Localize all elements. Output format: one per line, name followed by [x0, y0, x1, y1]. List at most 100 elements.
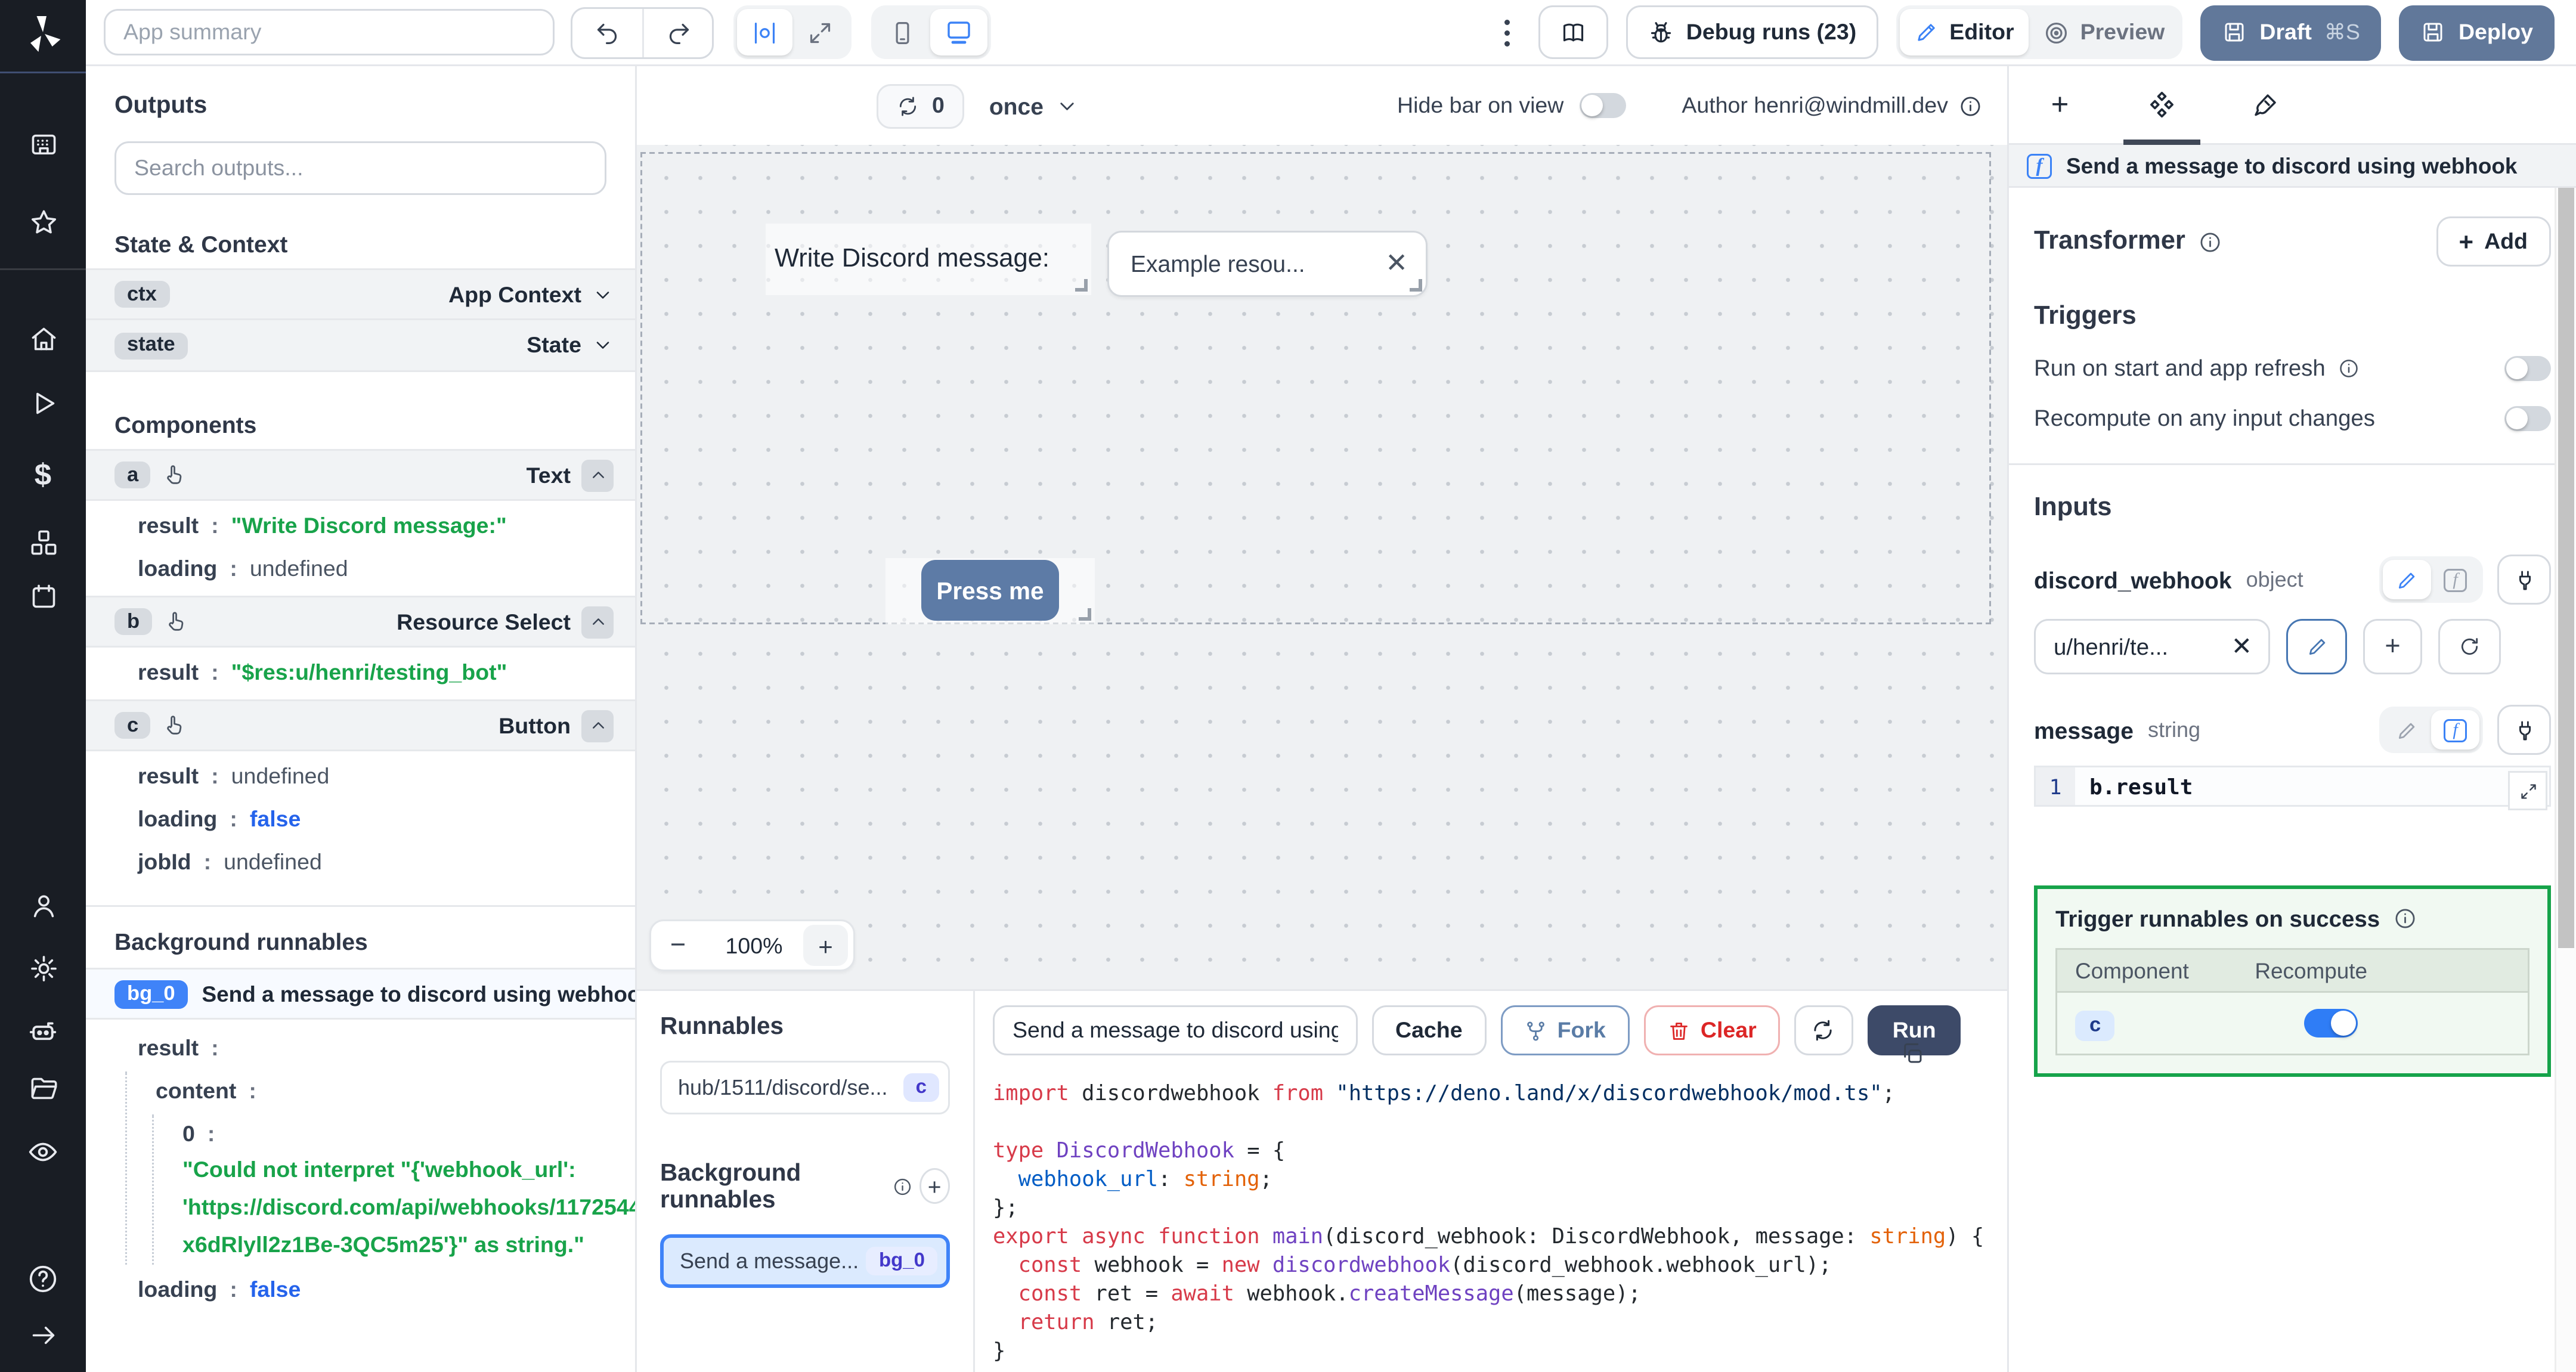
- collapse-chevron-up[interactable]: [581, 709, 614, 742]
- home-icon[interactable]: [0, 324, 86, 354]
- expand-editor-button[interactable]: [2508, 771, 2547, 810]
- selected-runnable-header[interactable]: f Send a message to discord using webhoo…: [2009, 145, 2576, 188]
- resize-handle[interactable]: [1410, 279, 1422, 292]
- text-component[interactable]: Write Discord message:: [766, 224, 1091, 295]
- hide-bar-toggle[interactable]: [1580, 93, 1627, 118]
- pencil-icon: [2308, 639, 2324, 655]
- component-row-b[interactable]: b Resource Select: [86, 596, 635, 648]
- app-summary-input[interactable]: [104, 9, 555, 55]
- desktop-view-button[interactable]: [930, 9, 987, 55]
- component-row-a[interactable]: a Text: [86, 449, 635, 501]
- fork-button[interactable]: Fork: [1500, 1005, 1629, 1055]
- kv-key: result: [138, 659, 199, 685]
- windmill-logo[interactable]: [21, 13, 64, 55]
- recompute-c-toggle[interactable]: [2305, 1009, 2359, 1037]
- deploy-button[interactable]: Deploy: [2399, 4, 2555, 60]
- audit-eye-icon[interactable]: [0, 1136, 86, 1168]
- help-icon[interactable]: [0, 1263, 86, 1295]
- collapse-chevron-up[interactable]: [581, 459, 614, 491]
- static-mode-pencil-button[interactable]: [2383, 710, 2431, 750]
- docs-book-button[interactable]: [1537, 5, 1608, 59]
- scrollbar-thumb[interactable]: [2558, 188, 2574, 948]
- collapse-chevron-up[interactable]: [581, 605, 614, 638]
- deploy-label: Deploy: [2458, 20, 2533, 45]
- copy-code-icon[interactable]: [1900, 1041, 1925, 1066]
- resources-cubes-icon[interactable]: [0, 528, 86, 558]
- redo-button[interactable]: [642, 8, 712, 57]
- components-title: Components: [114, 411, 257, 438]
- top-toolbar: Debug runs (23) Editor Preview Draft ⌘S: [86, 0, 2576, 66]
- state-context-title: State & Context: [114, 231, 288, 258]
- tab-editor[interactable]: Editor: [1899, 9, 2029, 55]
- add-resource-button[interactable]: +: [2363, 619, 2422, 674]
- resize-handle[interactable]: [1075, 279, 1088, 292]
- reload-code-button[interactable]: [1794, 1005, 1853, 1055]
- button-component[interactable]: Press me: [886, 558, 1095, 624]
- refresh-count-button[interactable]: 0: [877, 83, 964, 128]
- connect-plug-button[interactable]: [2497, 705, 2551, 755]
- output-row-state[interactable]: state State: [86, 320, 635, 372]
- connect-plug-button[interactable]: [2497, 555, 2551, 605]
- favorites-star-icon[interactable]: [0, 207, 86, 238]
- add-background-runnable-button[interactable]: +: [919, 1168, 950, 1204]
- resource-value-box[interactable]: u/henri/te... ✕: [2034, 619, 2270, 674]
- draft-button[interactable]: Draft ⌘S: [2200, 4, 2382, 60]
- canvas-toolbar: 0 once Hide bar on view Author henri@win…: [637, 66, 2007, 145]
- code-lines[interactable]: import discordwebhook from "https://deno…: [993, 1079, 1989, 1365]
- runs-play-icon[interactable]: [0, 388, 86, 419]
- fullscreen-button[interactable]: [792, 9, 848, 55]
- zoom-out-button[interactable]: −: [651, 930, 705, 961]
- runnable-name-input[interactable]: [993, 1005, 1358, 1055]
- message-expression-editor[interactable]: 1 b.result: [2034, 766, 2551, 810]
- plug-icon: [2518, 720, 2530, 740]
- edit-resource-button[interactable]: [2286, 619, 2347, 674]
- more-menu-kebab[interactable]: [1493, 12, 1520, 53]
- kv-key: result: [138, 763, 199, 788]
- variables-dollar-icon[interactable]: $: [0, 458, 86, 494]
- workers-robot-icon[interactable]: [0, 1016, 86, 1048]
- users-icon[interactable]: [0, 891, 86, 921]
- tab-component-settings[interactable]: [2111, 66, 2213, 145]
- app-canvas[interactable]: Write Discord message: Example resou... …: [637, 145, 2007, 989]
- app-grid-container[interactable]: Write Discord message: Example resou... …: [640, 152, 1991, 624]
- static-mode-pencil-button[interactable]: [2383, 560, 2431, 599]
- zoom-in-button[interactable]: +: [803, 925, 848, 966]
- ctx-type-label: App Context: [448, 281, 581, 307]
- run-on-start-toggle[interactable]: [2504, 355, 2551, 380]
- cache-button[interactable]: Cache: [1372, 1005, 1486, 1055]
- undo-button[interactable]: [572, 8, 642, 57]
- tab-preview[interactable]: Preview: [2029, 9, 2179, 55]
- right-panel-scrollbar[interactable]: [2555, 188, 2576, 1372]
- folders-icon[interactable]: [0, 1073, 86, 1104]
- clear-resource-icon[interactable]: ✕: [2231, 631, 2252, 662]
- eval-mode-function-button[interactable]: f: [2431, 560, 2479, 599]
- transformer-title: Transformer: [2034, 227, 2185, 256]
- runnable-item-selected[interactable]: Send a message... bg_0: [660, 1234, 950, 1288]
- collapse-arrow-icon[interactable]: [0, 1320, 86, 1351]
- kv-value: false: [249, 1276, 301, 1302]
- runnable-item[interactable]: hub/1511/discord/se... c: [660, 1061, 950, 1114]
- component-row-c[interactable]: c Button: [86, 699, 635, 751]
- background-runnable-row[interactable]: bg_0 Send a message to discord using web…: [86, 968, 635, 1020]
- settings-gear-icon[interactable]: [0, 953, 86, 984]
- workspace-icon[interactable]: [0, 131, 86, 161]
- mobile-view-button[interactable]: [875, 9, 930, 55]
- windmill-app-editor: $ App summary Debug runs (23) Editor Pre…: [0, 0, 2576, 1372]
- search-outputs-input[interactable]: [114, 141, 606, 195]
- refresh-mode-dropdown[interactable]: once: [989, 92, 1079, 119]
- center-align-button[interactable]: [737, 9, 792, 55]
- resize-handle[interactable]: [1079, 608, 1091, 621]
- reload-resource-button[interactable]: [2438, 619, 2501, 674]
- tab-styling[interactable]: [2213, 66, 2315, 143]
- resource-select-component[interactable]: Example resou... ✕: [1107, 231, 1428, 297]
- recompute-on-input-toggle[interactable]: [2504, 405, 2551, 431]
- output-row-ctx[interactable]: ctx App Context: [86, 268, 635, 320]
- clear-selection-icon[interactable]: ✕: [1385, 250, 1408, 277]
- tab-insert-component[interactable]: +: [2009, 66, 2111, 143]
- add-transformer-button[interactable]: + Add: [2435, 216, 2551, 267]
- schedules-calendar-icon[interactable]: [0, 581, 86, 612]
- press-me-button[interactable]: Press me: [921, 560, 1059, 621]
- clear-button[interactable]: Clear: [1643, 1005, 1780, 1055]
- eval-mode-function-button[interactable]: f: [2431, 710, 2479, 750]
- debug-runs-button[interactable]: Debug runs (23): [1625, 5, 1878, 59]
